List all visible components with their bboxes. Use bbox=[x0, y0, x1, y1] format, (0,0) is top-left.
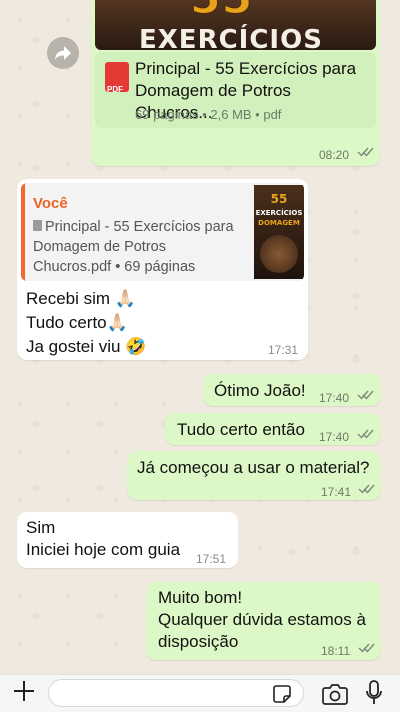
cover-title: EXERCÍCIOS bbox=[139, 25, 323, 50]
message-text-line: Qualquer dúvida estamos à bbox=[158, 610, 366, 629]
camera-button[interactable] bbox=[322, 683, 348, 705]
message-text: Já começou a usar o material? bbox=[137, 458, 370, 477]
quote-bar bbox=[21, 183, 25, 281]
horse-image bbox=[260, 235, 298, 273]
message-text: Ótimo João! bbox=[214, 381, 306, 400]
quote-thumbnail: 55 EXERCÍCIOS DOMAGEM bbox=[254, 185, 304, 279]
message-time: 18:11 bbox=[321, 644, 351, 658]
reply-line: Ja gostei viu 🤣 bbox=[26, 337, 147, 356]
sticker-button[interactable] bbox=[272, 684, 292, 704]
message-bubble[interactable]: Tudo certo então 17:40 bbox=[165, 413, 381, 445]
input-bar bbox=[0, 674, 400, 712]
message-time: 17:40 bbox=[319, 430, 350, 444]
document-info[interactable]: PDF Principal - 55 Exercícios para Domag… bbox=[95, 52, 376, 128]
message-bubble[interactable]: Ótimo João! 17:40 bbox=[203, 374, 381, 406]
message-text-line: disposição bbox=[158, 632, 239, 651]
message-text-line: Sim bbox=[26, 518, 56, 537]
quote-author: Você bbox=[33, 195, 68, 212]
document-message[interactable]: 55 EXERCÍCIOS PDF Principal - 55 Exercíc… bbox=[91, 0, 380, 166]
read-ticks-icon bbox=[357, 389, 375, 401]
message-bubble[interactable]: Já começou a usar o material? 17:41 bbox=[127, 451, 381, 500]
microphone-icon bbox=[366, 680, 382, 704]
message-text-line: Muito bom! bbox=[158, 588, 243, 607]
microphone-button[interactable] bbox=[366, 680, 382, 706]
forward-icon bbox=[55, 46, 71, 60]
message-bubble[interactable]: Muito bom! Qualquer dúvida estamos à dis… bbox=[146, 582, 381, 660]
thumb-line2: DOMAGEM bbox=[258, 219, 300, 227]
message-text: Tudo certo então bbox=[177, 420, 305, 439]
document-cover-image: 55 EXERCÍCIOS bbox=[95, 0, 376, 50]
message-time: 17:41 bbox=[321, 485, 352, 499]
message-time: 17:40 bbox=[319, 391, 350, 405]
camera-icon bbox=[322, 684, 348, 705]
cover-number: 55 bbox=[189, 0, 253, 21]
reply-line: Tudo certo🙏🏻 bbox=[26, 313, 128, 332]
file-icon bbox=[33, 220, 42, 231]
sticker-icon bbox=[273, 685, 291, 703]
message-text-line: Iniciei hoje com guia bbox=[26, 540, 181, 559]
message-time: 17:31 bbox=[268, 343, 299, 357]
reply-line: Recebi sim 🙏🏻 bbox=[26, 289, 136, 308]
read-ticks-icon bbox=[358, 642, 376, 654]
reply-text: Recebi sim 🙏🏻 Tudo certo🙏🏻 Ja gostei viu… bbox=[26, 287, 146, 359]
forward-button[interactable] bbox=[47, 37, 79, 69]
read-ticks-icon bbox=[357, 146, 375, 158]
message-time: 08:20 bbox=[319, 148, 350, 162]
attach-button[interactable] bbox=[12, 679, 36, 703]
message-input[interactable] bbox=[48, 679, 304, 707]
read-ticks-icon bbox=[358, 483, 376, 495]
message-time: 17:51 bbox=[196, 552, 227, 566]
pdf-icon-label: PDF bbox=[107, 85, 123, 94]
message-bubble[interactable]: Sim Iniciei hoje com guia 17:51 bbox=[17, 512, 238, 568]
document-meta: 69 páginas • 2,6 MB • pdf bbox=[135, 107, 282, 122]
quote-text-content: Principal - 55 Exercícios para Domagem d… bbox=[33, 219, 234, 275]
pdf-icon: PDF bbox=[105, 62, 129, 94]
quote-text: Principal - 55 Exercícios para Domagem d… bbox=[33, 217, 248, 277]
plus-icon bbox=[14, 681, 34, 701]
quoted-message[interactable]: Você Principal - 55 Exercícios para Doma… bbox=[21, 183, 304, 281]
read-ticks-icon bbox=[357, 428, 375, 440]
reply-message[interactable]: Você Principal - 55 Exercícios para Doma… bbox=[17, 179, 308, 360]
